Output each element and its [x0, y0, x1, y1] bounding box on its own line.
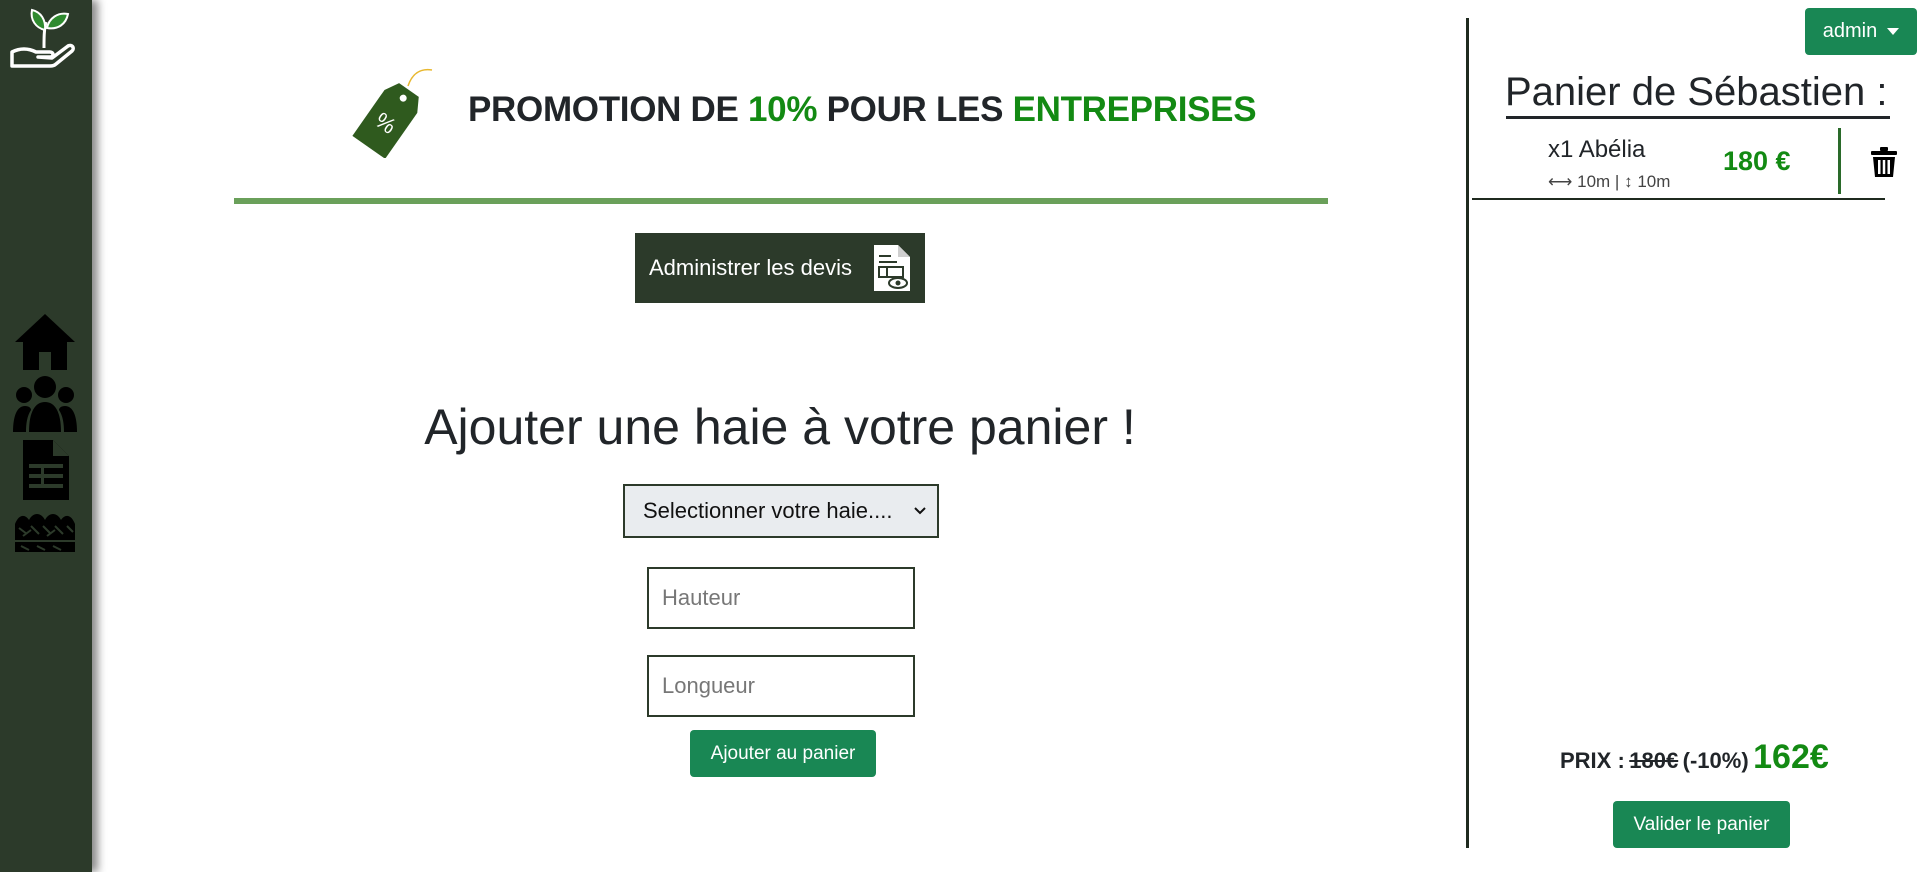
cart-divider: [1466, 18, 1469, 848]
user-menu-button[interactable]: admin: [1805, 8, 1917, 55]
cart-item-dimensions: ⟷ 10m | ↕ 10m: [1548, 172, 1670, 192]
document-view-icon: [874, 245, 910, 291]
length-input[interactable]: [647, 655, 915, 717]
cart-item-name: x1 Abélia: [1548, 136, 1646, 163]
total-price: 162€: [1753, 738, 1829, 776]
cart-item-height: 10m: [1637, 172, 1671, 191]
height-arrow-icon: ↕: [1624, 172, 1633, 191]
chevron-down-icon: [914, 507, 926, 515]
cart-item-separator: [1838, 128, 1841, 194]
width-arrow-icon: ⟷: [1548, 172, 1573, 191]
admin-devis-label: Administrer les devis: [649, 255, 852, 280]
promo-title: PROMOTION DE 10% POUR LES ENTREPRISES: [468, 90, 1257, 130]
add-hedge-title: Ajouter une haie à votre panier !: [424, 399, 1136, 455]
discount-label: (-10%): [1682, 748, 1749, 773]
cart-title-underline: [1506, 116, 1890, 119]
hedge-select-value: Selectionner votre haie....: [643, 498, 893, 523]
trash-icon[interactable]: [1870, 146, 1898, 178]
promo-part3: ENTREPRISES: [1012, 90, 1257, 129]
promo-banner: % PROMOTION DE 10% POUR LES ENTREPRISES: [234, 58, 1328, 208]
promo-part2: POUR LES: [826, 90, 1004, 129]
admin-devis-button[interactable]: Administrer les devis: [635, 233, 925, 303]
cart-item-price: 180 €: [1723, 146, 1791, 176]
user-menu-label: admin: [1822, 20, 1878, 42]
promo-percent: 10%: [748, 90, 818, 129]
price-label: PRIX :: [1560, 748, 1625, 773]
cart-title: Panier de Sébastien :: [1505, 70, 1888, 114]
promo-divider: [234, 198, 1328, 204]
dims-separator: |: [1614, 172, 1620, 191]
old-price: 180€: [1629, 748, 1679, 773]
price-tag-icon: %: [352, 68, 433, 158]
plant-hand-logo-icon[interactable]: [8, 4, 78, 70]
hedge-select[interactable]: Selectionner votre haie....: [623, 484, 939, 538]
add-to-cart-button[interactable]: Ajouter au panier: [690, 730, 876, 777]
hedge-icon[interactable]: [12, 510, 78, 554]
cart-price-summary: PRIX : 180€ (-10%) 162€: [1560, 738, 1829, 777]
validate-cart-label: Valider le panier: [1633, 813, 1770, 835]
cart-item-divider: [1472, 198, 1885, 200]
promo-part1: PROMOTION DE: [468, 90, 739, 129]
height-input[interactable]: [647, 567, 915, 629]
home-icon[interactable]: [12, 310, 78, 374]
caret-down-icon: [1887, 28, 1900, 35]
cart-item: x1 Abélia ⟷ 10m | ↕ 10m 180 €: [1472, 128, 1897, 198]
add-to-cart-label: Ajouter au panier: [710, 742, 856, 764]
validate-cart-button[interactable]: Valider le panier: [1613, 801, 1790, 848]
cart-item-width: 10m: [1577, 172, 1611, 191]
